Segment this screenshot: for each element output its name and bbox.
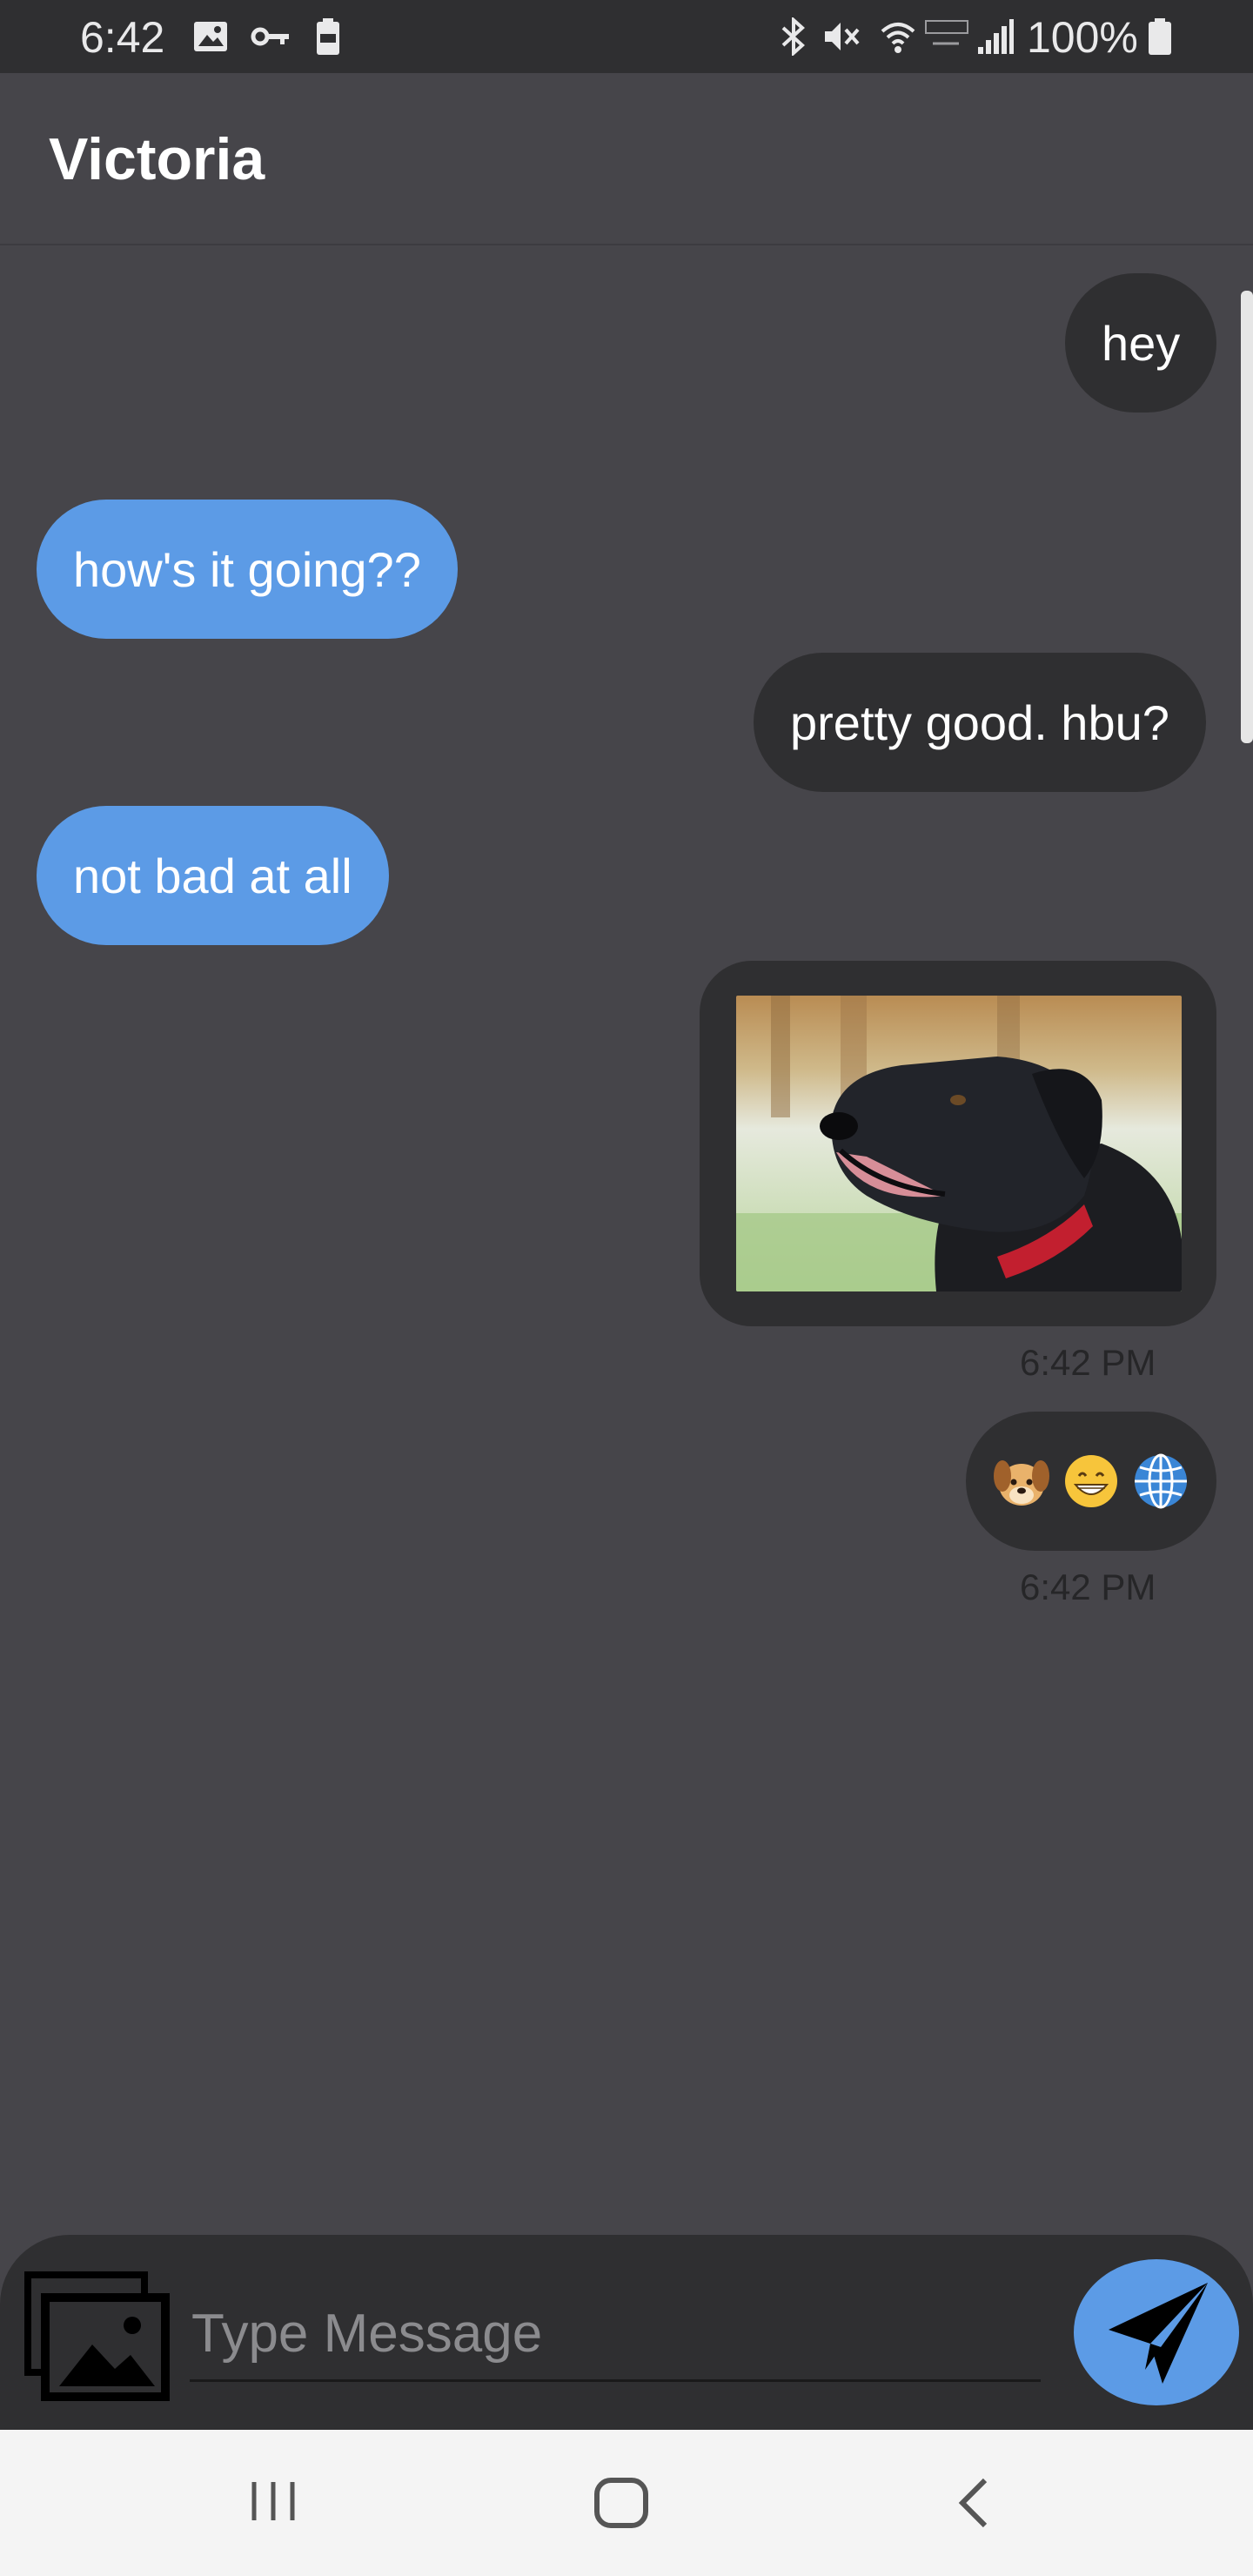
status-time: 6:42 (80, 13, 165, 62)
emoji-message-bubble[interactable] (966, 1412, 1216, 1551)
battery-percent: 100% (1027, 13, 1138, 62)
battery-saver-icon (317, 18, 339, 55)
message-bubble-received[interactable]: not bad at all (37, 806, 389, 945)
dog-photo[interactable] (736, 996, 1182, 1291)
gallery-button[interactable] (23, 2271, 171, 2402)
app-header: Victoria (0, 73, 1253, 245)
system-nav-bar (0, 2430, 1253, 2576)
globe-emoji (1135, 1453, 1187, 1509)
lte-icon (925, 20, 968, 45)
scrollbar[interactable] (1241, 291, 1253, 743)
send-button[interactable] (1074, 2259, 1239, 2405)
recent-apps-icon[interactable] (247, 2475, 299, 2527)
message-text: not bad at all (73, 848, 352, 903)
message-timestamp: 6:42 PM (1020, 1566, 1156, 1607)
image-message-bubble[interactable] (700, 961, 1216, 1326)
message-text: hey (1102, 315, 1181, 371)
vpn-key-icon (251, 27, 289, 46)
message-text: pretty good. hbu? (790, 694, 1169, 750)
message-composer (0, 2235, 1253, 2430)
contact-name: Victoria (49, 126, 265, 192)
send-icon (1109, 2283, 1208, 2384)
message-timestamp: 6:42 PM (1020, 1342, 1156, 1383)
image-notification-icon (194, 22, 227, 51)
grinning-face-emoji (1065, 1455, 1117, 1507)
battery-icon (1149, 18, 1171, 55)
dog-photo-image (736, 996, 1182, 1291)
signal-icon (978, 19, 1014, 54)
home-icon[interactable] (592, 2475, 653, 2531)
message-bubble-sent[interactable]: pretty good. hbu? (754, 653, 1206, 792)
gallery-icon (24, 2271, 170, 2401)
bluetooth-icon (781, 17, 805, 56)
message-bubble-received[interactable]: how's it going?? (37, 500, 458, 639)
status-bar: 6:42 100% (0, 0, 1253, 73)
back-icon[interactable] (954, 2475, 997, 2531)
message-input[interactable] (190, 2287, 1041, 2382)
message-text: how's it going?? (73, 541, 421, 597)
wifi-icon (881, 23, 915, 53)
mute-icon (825, 23, 860, 50)
message-bubble-sent[interactable]: hey (1065, 273, 1217, 413)
dog-face-emoji (994, 1460, 1049, 1506)
